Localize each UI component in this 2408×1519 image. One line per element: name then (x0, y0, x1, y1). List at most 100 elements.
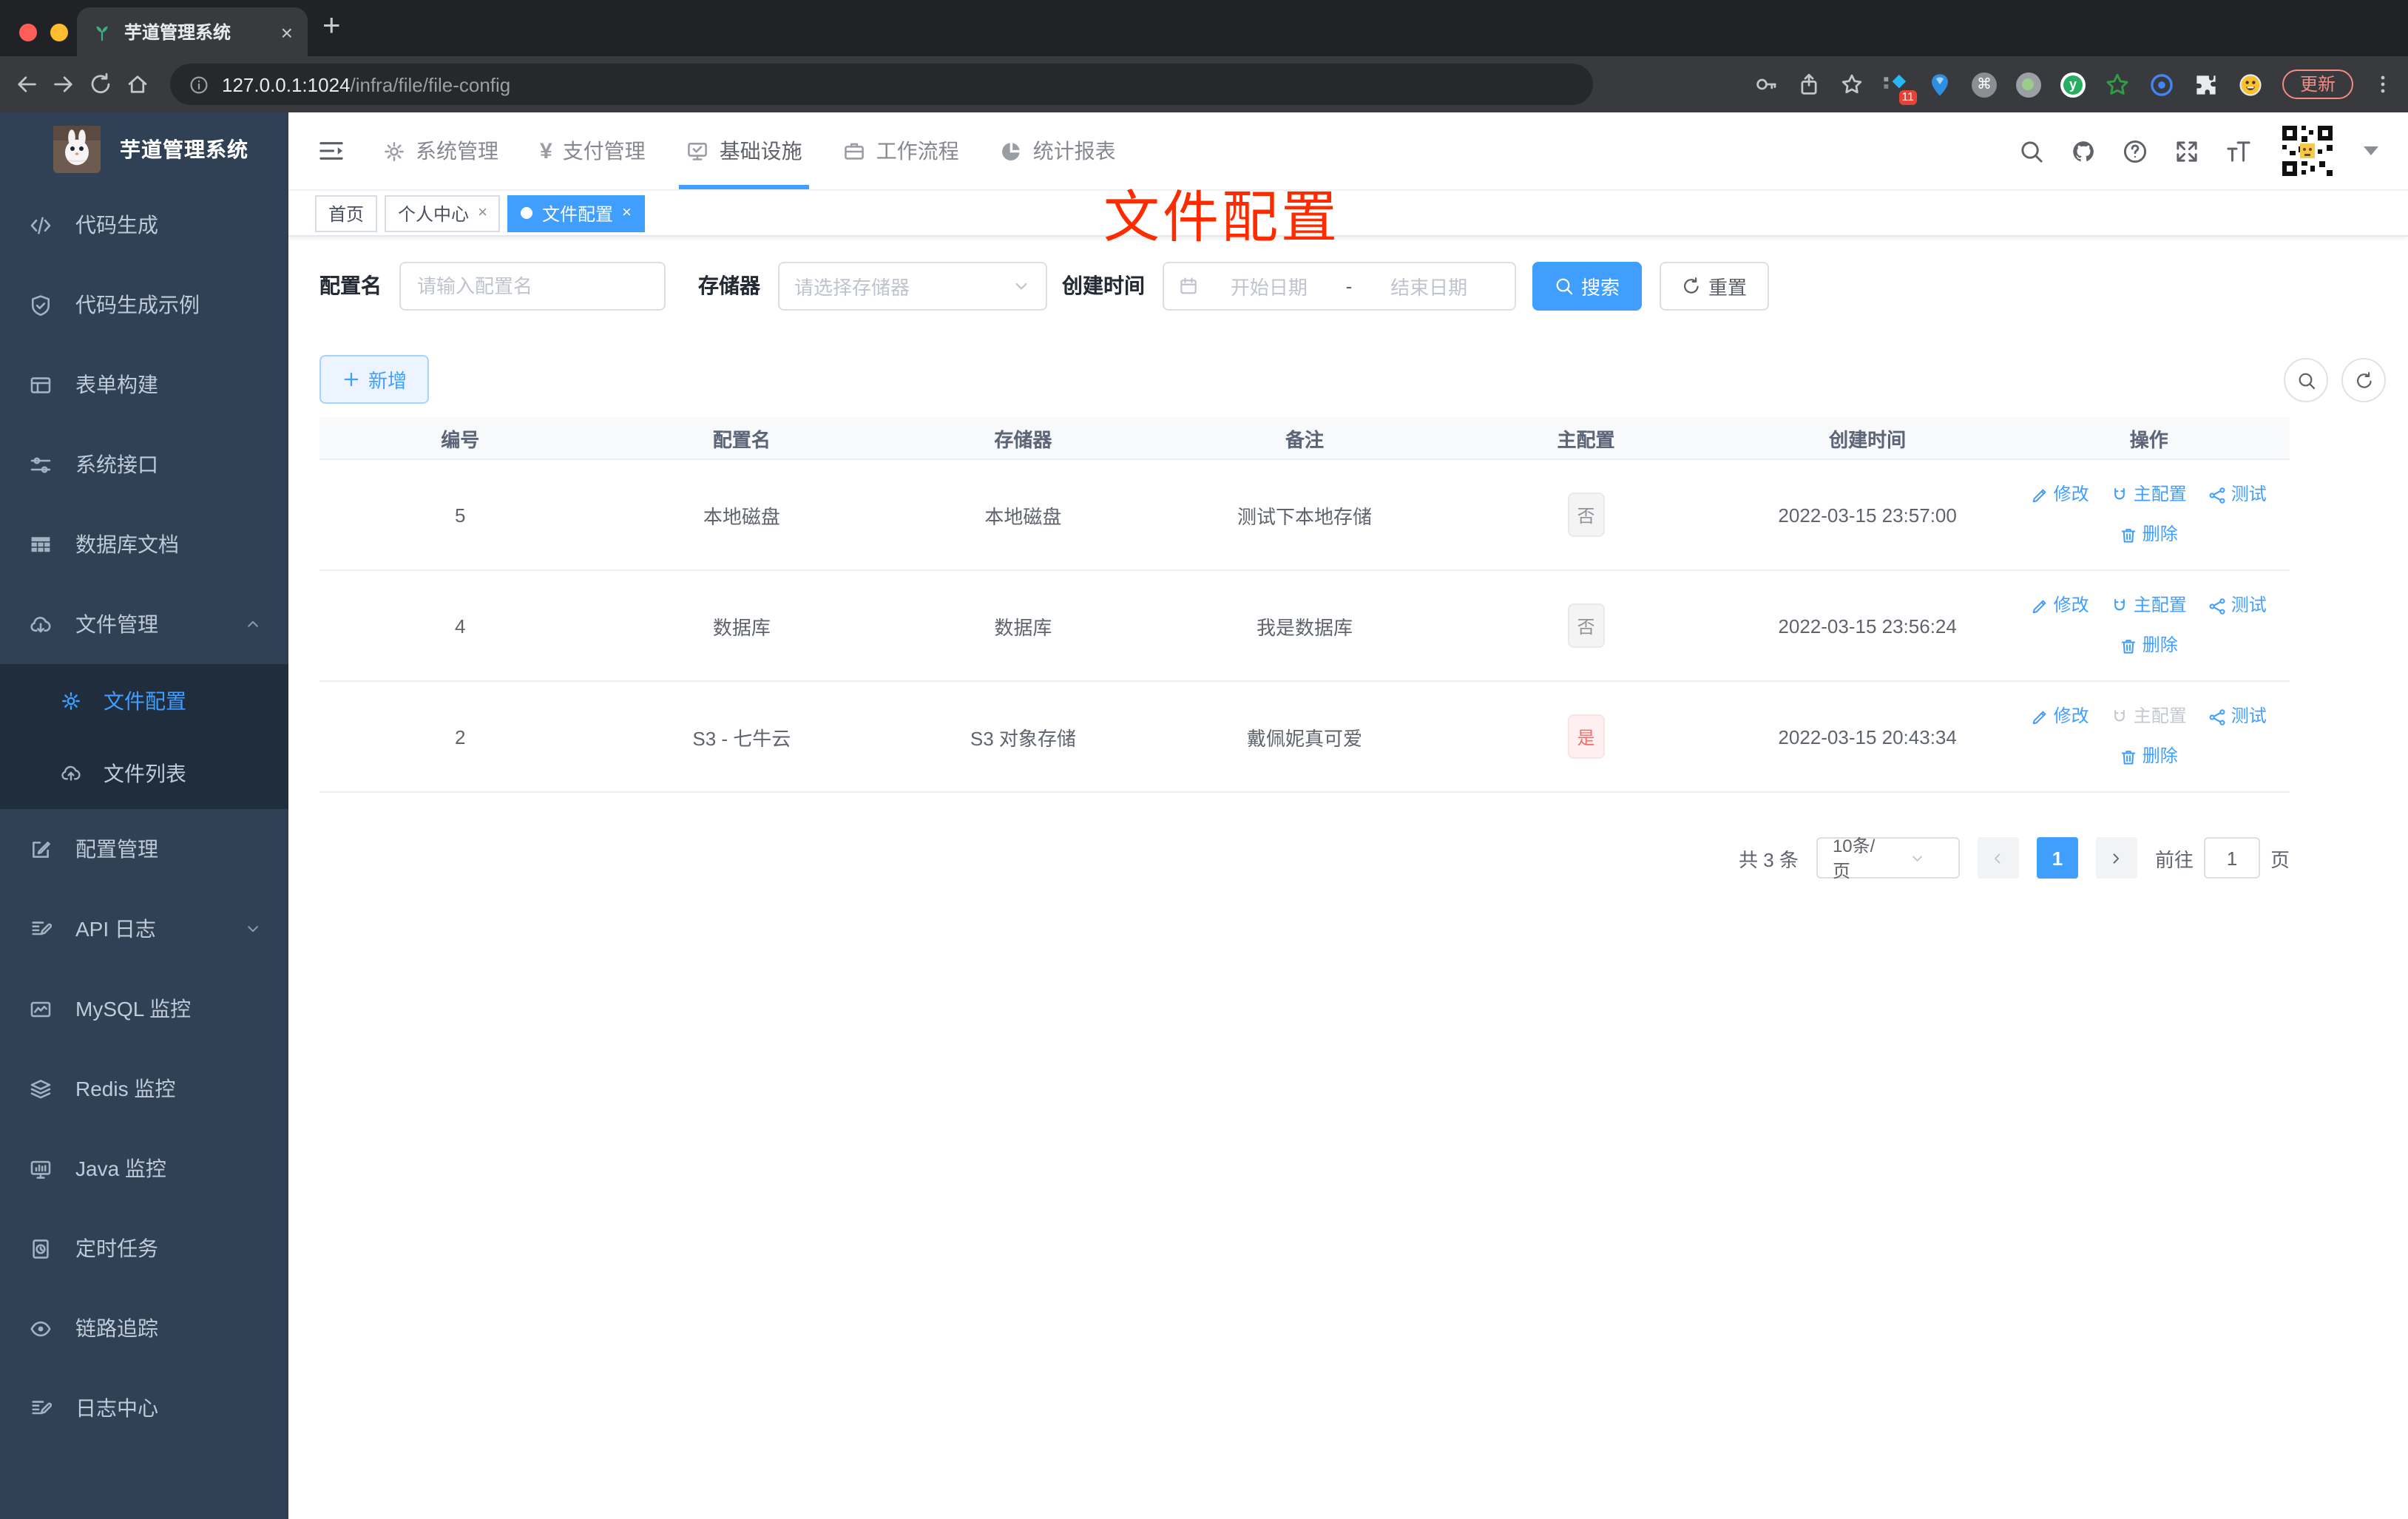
help-icon[interactable] (2123, 138, 2148, 163)
sidebar-item-5[interactable]: 文件管理 (0, 584, 288, 664)
extension-pin-icon[interactable] (1927, 72, 1952, 97)
sidebar-item-13[interactable]: 日志中心 (0, 1368, 288, 1448)
extension-eye-icon[interactable] (2149, 72, 2174, 97)
prev-page-button[interactable] (1977, 837, 2019, 879)
top-nav-item-2[interactable]: 基础设施 (666, 112, 823, 189)
sidebar-subitem-0[interactable]: 文件配置 (0, 664, 288, 737)
font-size-icon[interactable] (2226, 138, 2251, 163)
top-nav-item-label: 工作流程 (876, 139, 959, 163)
browser-menu-icon[interactable] (2373, 74, 2393, 95)
tag-close-icon[interactable]: × (622, 204, 632, 222)
search-button[interactable]: 搜索 (1532, 261, 1643, 310)
password-manager-icon[interactable] (1754, 72, 1778, 96)
refresh-table-button[interactable] (2341, 358, 2386, 402)
back-button-icon[interactable] (15, 72, 38, 96)
sidebar-item-0[interactable]: 代码生成 (0, 185, 288, 265)
fullscreen-icon[interactable] (2174, 138, 2199, 163)
bookmark-star-icon[interactable] (1840, 72, 1864, 96)
top-nav-item-1[interactable]: ¥ 支付管理 (519, 112, 666, 189)
new-tab-button[interactable]: + (322, 9, 341, 44)
next-page-icon (2108, 850, 2125, 866)
sidebar-item-12[interactable]: 链路追踪 (0, 1288, 288, 1368)
top-nav-item-0[interactable]: 系统管理 (362, 112, 519, 189)
cell-storage: S3 对象存储 (970, 727, 1076, 749)
sidebar-item-2[interactable]: 表单构建 (0, 345, 288, 424)
cell-remark: 我是数据库 (1256, 616, 1353, 638)
next-page-button[interactable] (2095, 837, 2137, 879)
extension-star-icon[interactable] (2105, 72, 2130, 97)
sliders-icon (30, 453, 52, 476)
home-button-icon[interactable] (126, 72, 149, 96)
sidebar-logo[interactable]: 芋道管理系统 (0, 112, 288, 185)
sidebar-item-11[interactable]: 定时任务 (0, 1208, 288, 1288)
table-row-1: 4 数据库 数据库 我是数据库 否 2022-03-15 23:56:24 修改 主配置 测试删… (319, 571, 2290, 682)
browser-update-button[interactable]: 更新 (2282, 70, 2353, 99)
date-range-picker[interactable]: 开始日期 - 结束日期 (1163, 261, 1516, 310)
current-page-button[interactable]: 1 (2036, 837, 2078, 879)
reset-button[interactable]: 重置 (1660, 261, 1770, 310)
cell-created: 2022-03-15 23:56:24 (1778, 615, 1957, 637)
extension-command-icon[interactable]: ⌘ (1971, 72, 1997, 97)
sidebar-collapse-icon[interactable] (318, 138, 345, 164)
tab-close-button[interactable]: × (281, 20, 293, 44)
sidebar-item-3[interactable]: 系统接口 (0, 424, 288, 504)
site-info-icon[interactable] (189, 75, 209, 94)
top-nav-item-label: 系统管理 (416, 139, 498, 163)
extension-dot-icon[interactable] (2015, 72, 2041, 97)
avatar-dropdown-caret[interactable] (2364, 146, 2378, 155)
config-name-input[interactable] (399, 261, 666, 310)
tag-1[interactable]: 个人中心 × (385, 194, 501, 231)
top-nav-item-3[interactable]: 工作流程 (823, 112, 980, 189)
cell-remark: 戴佩妮真可爱 (1246, 727, 1362, 749)
sidebar-item-4[interactable]: 数据库文档 (0, 504, 288, 584)
sidebar-item-6[interactable]: 配置管理 (0, 809, 288, 889)
sidebar-item-1[interactable]: 代码生成示例 (0, 265, 288, 345)
tag-2[interactable]: 文件配置 × (507, 194, 645, 231)
sidebar-item-9[interactable]: Redis 监控 (0, 1049, 288, 1129)
action-edit-link[interactable]: 修改 (2032, 586, 2089, 626)
sidebar-item-10[interactable]: Java 监控 (0, 1129, 288, 1208)
share-icon[interactable] (1797, 72, 1821, 96)
window-close-button[interactable] (19, 24, 37, 41)
cell-master: 是 (1445, 714, 1727, 759)
toggle-search-button[interactable] (2284, 358, 2328, 402)
action-delete-link[interactable]: 删除 (2120, 626, 2178, 666)
action-test-link[interactable]: 测试 (2209, 475, 2267, 515)
tag-0[interactable]: 首页 (315, 194, 378, 231)
reload-button-icon[interactable] (89, 72, 112, 96)
action-test-link-label: 测试 (2231, 484, 2267, 504)
sidebar-item-8[interactable]: MySQL 监控 (0, 969, 288, 1049)
action-edit-link[interactable]: 修改 (2032, 697, 2089, 737)
goto-page-input[interactable] (2203, 837, 2260, 879)
action-master-link[interactable]: 主配置 (2111, 475, 2187, 515)
github-icon[interactable] (2071, 138, 2096, 163)
extension-tabs-icon[interactable]: 11 (1883, 72, 1917, 104)
sidebar-item-7[interactable]: API 日志 (0, 889, 288, 969)
date-end-placeholder[interactable]: 结束日期 (1358, 271, 1500, 300)
action-test-link[interactable]: 测试 (2209, 697, 2267, 737)
profile-emoji-avatar[interactable] (2238, 72, 2263, 97)
extension-y-icon[interactable]: y (2060, 72, 2086, 97)
header-actions (2019, 121, 2408, 180)
page-size-select[interactable]: 10条/页 (1816, 836, 1960, 882)
header-search-icon[interactable] (2019, 138, 2044, 163)
browser-tab[interactable]: 芋道管理系统 × (77, 7, 308, 56)
add-button[interactable]: 新增 (319, 355, 430, 404)
url-text: 127.0.0.1:1024/infra/file/file-config (222, 73, 511, 95)
master-tag: 否 (1567, 493, 1605, 537)
tag-close-icon[interactable]: × (478, 204, 487, 222)
action-test-link[interactable]: 测试 (2209, 586, 2267, 626)
action-delete-link[interactable]: 删除 (2120, 737, 2178, 777)
storage-select[interactable]: 请选择存储器 (778, 261, 1047, 310)
sidebar-subitem-1[interactable]: 文件列表 (0, 737, 288, 809)
action-master-link[interactable]: 主配置 (2111, 586, 2187, 626)
layers-icon (30, 1077, 52, 1100)
date-start-placeholder[interactable]: 开始日期 (1198, 271, 1340, 300)
action-edit-link[interactable]: 修改 (2032, 475, 2089, 515)
url-bar[interactable]: 127.0.0.1:1024/infra/file/file-config (170, 64, 1593, 105)
action-delete-link[interactable]: 删除 (2120, 515, 2178, 555)
user-avatar-qr[interactable] (2278, 121, 2337, 180)
forward-button-icon[interactable] (52, 72, 75, 96)
window-minimize-button[interactable] (50, 24, 68, 41)
extensions-puzzle-icon[interactable] (2194, 72, 2219, 97)
